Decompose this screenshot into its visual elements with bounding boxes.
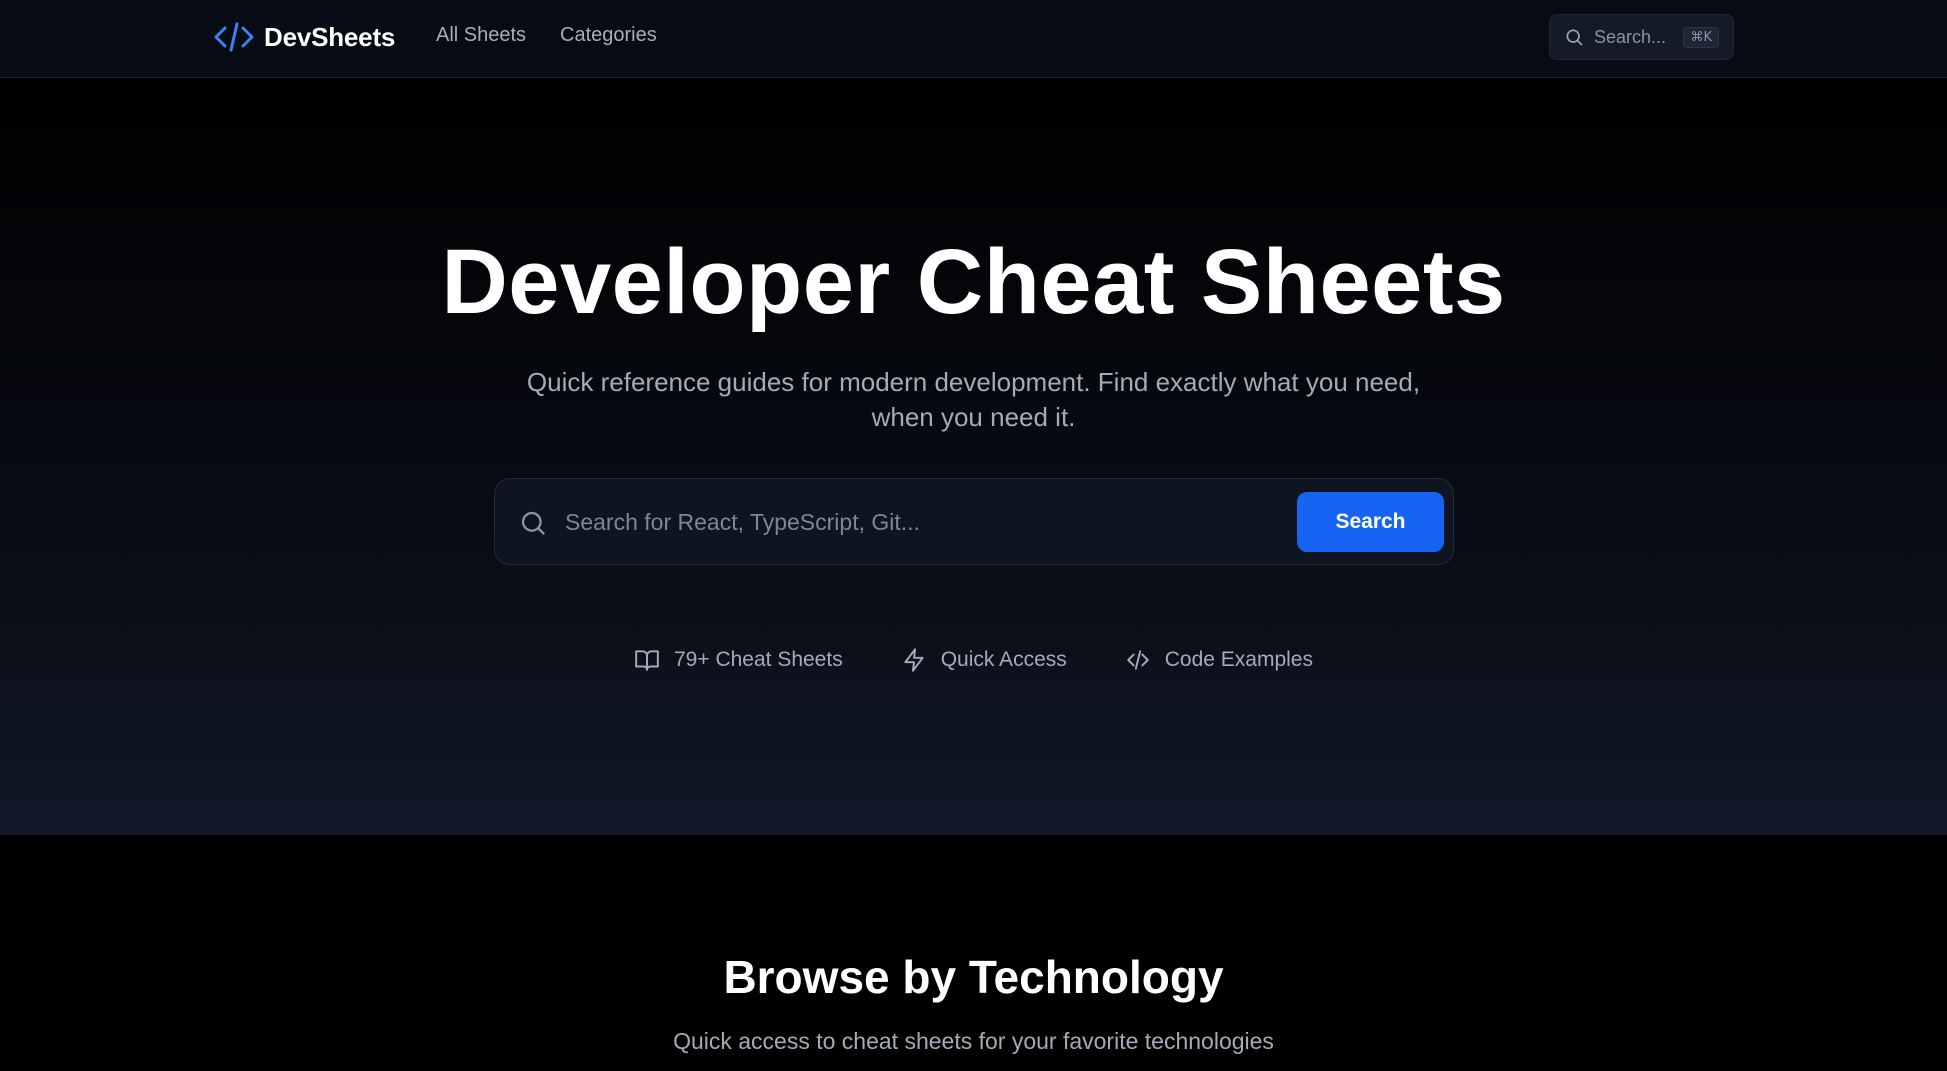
nav-link-categories[interactable]: Categories (560, 24, 657, 47)
nav-link-all-sheets[interactable]: All Sheets (436, 24, 526, 47)
feature-list: 79+ Cheat Sheets Quick Access Code Examp… (0, 647, 1947, 673)
nav-search-placeholder: Search... (1594, 26, 1667, 47)
hero-title: Developer Cheat Sheets (441, 231, 1506, 333)
lightning-icon (904, 648, 924, 672)
brand-logo[interactable]: DevSheets (214, 19, 395, 55)
hero-search-bar: Search (494, 478, 1454, 565)
feature-code-examples: Code Examples (1125, 647, 1313, 673)
browse-title: Browse by Technology (723, 951, 1224, 1003)
feature-label: 79+ Cheat Sheets (673, 648, 843, 671)
hero-section: Developer Cheat Sheets Quick reference g… (0, 79, 1947, 835)
feature-cheat-sheets: 79+ Cheat Sheets (634, 647, 843, 673)
search-button[interactable]: Search (1297, 492, 1444, 552)
keyboard-shortcut-badge: ⌘K (1683, 26, 1719, 48)
top-navbar: DevSheets All Sheets Categories Search..… (0, 0, 1947, 78)
brand-name: DevSheets (264, 21, 396, 52)
code-brackets-icon (214, 22, 254, 52)
book-icon (635, 650, 659, 671)
browse-subtitle: Quick access to cheat sheets for your fa… (673, 1028, 1274, 1054)
hero-search-input[interactable] (565, 497, 1185, 547)
code-icon (1127, 650, 1149, 670)
feature-label: Quick Access (940, 648, 1067, 671)
feature-quick-access: Quick Access (901, 647, 1067, 673)
hero-subtitle: Quick reference guides for modern develo… (526, 367, 1421, 432)
search-icon (1566, 29, 1583, 46)
search-icon (521, 511, 545, 535)
feature-label: Code Examples (1164, 648, 1313, 671)
nav-search-box[interactable]: Search... ⌘K (1549, 14, 1734, 60)
